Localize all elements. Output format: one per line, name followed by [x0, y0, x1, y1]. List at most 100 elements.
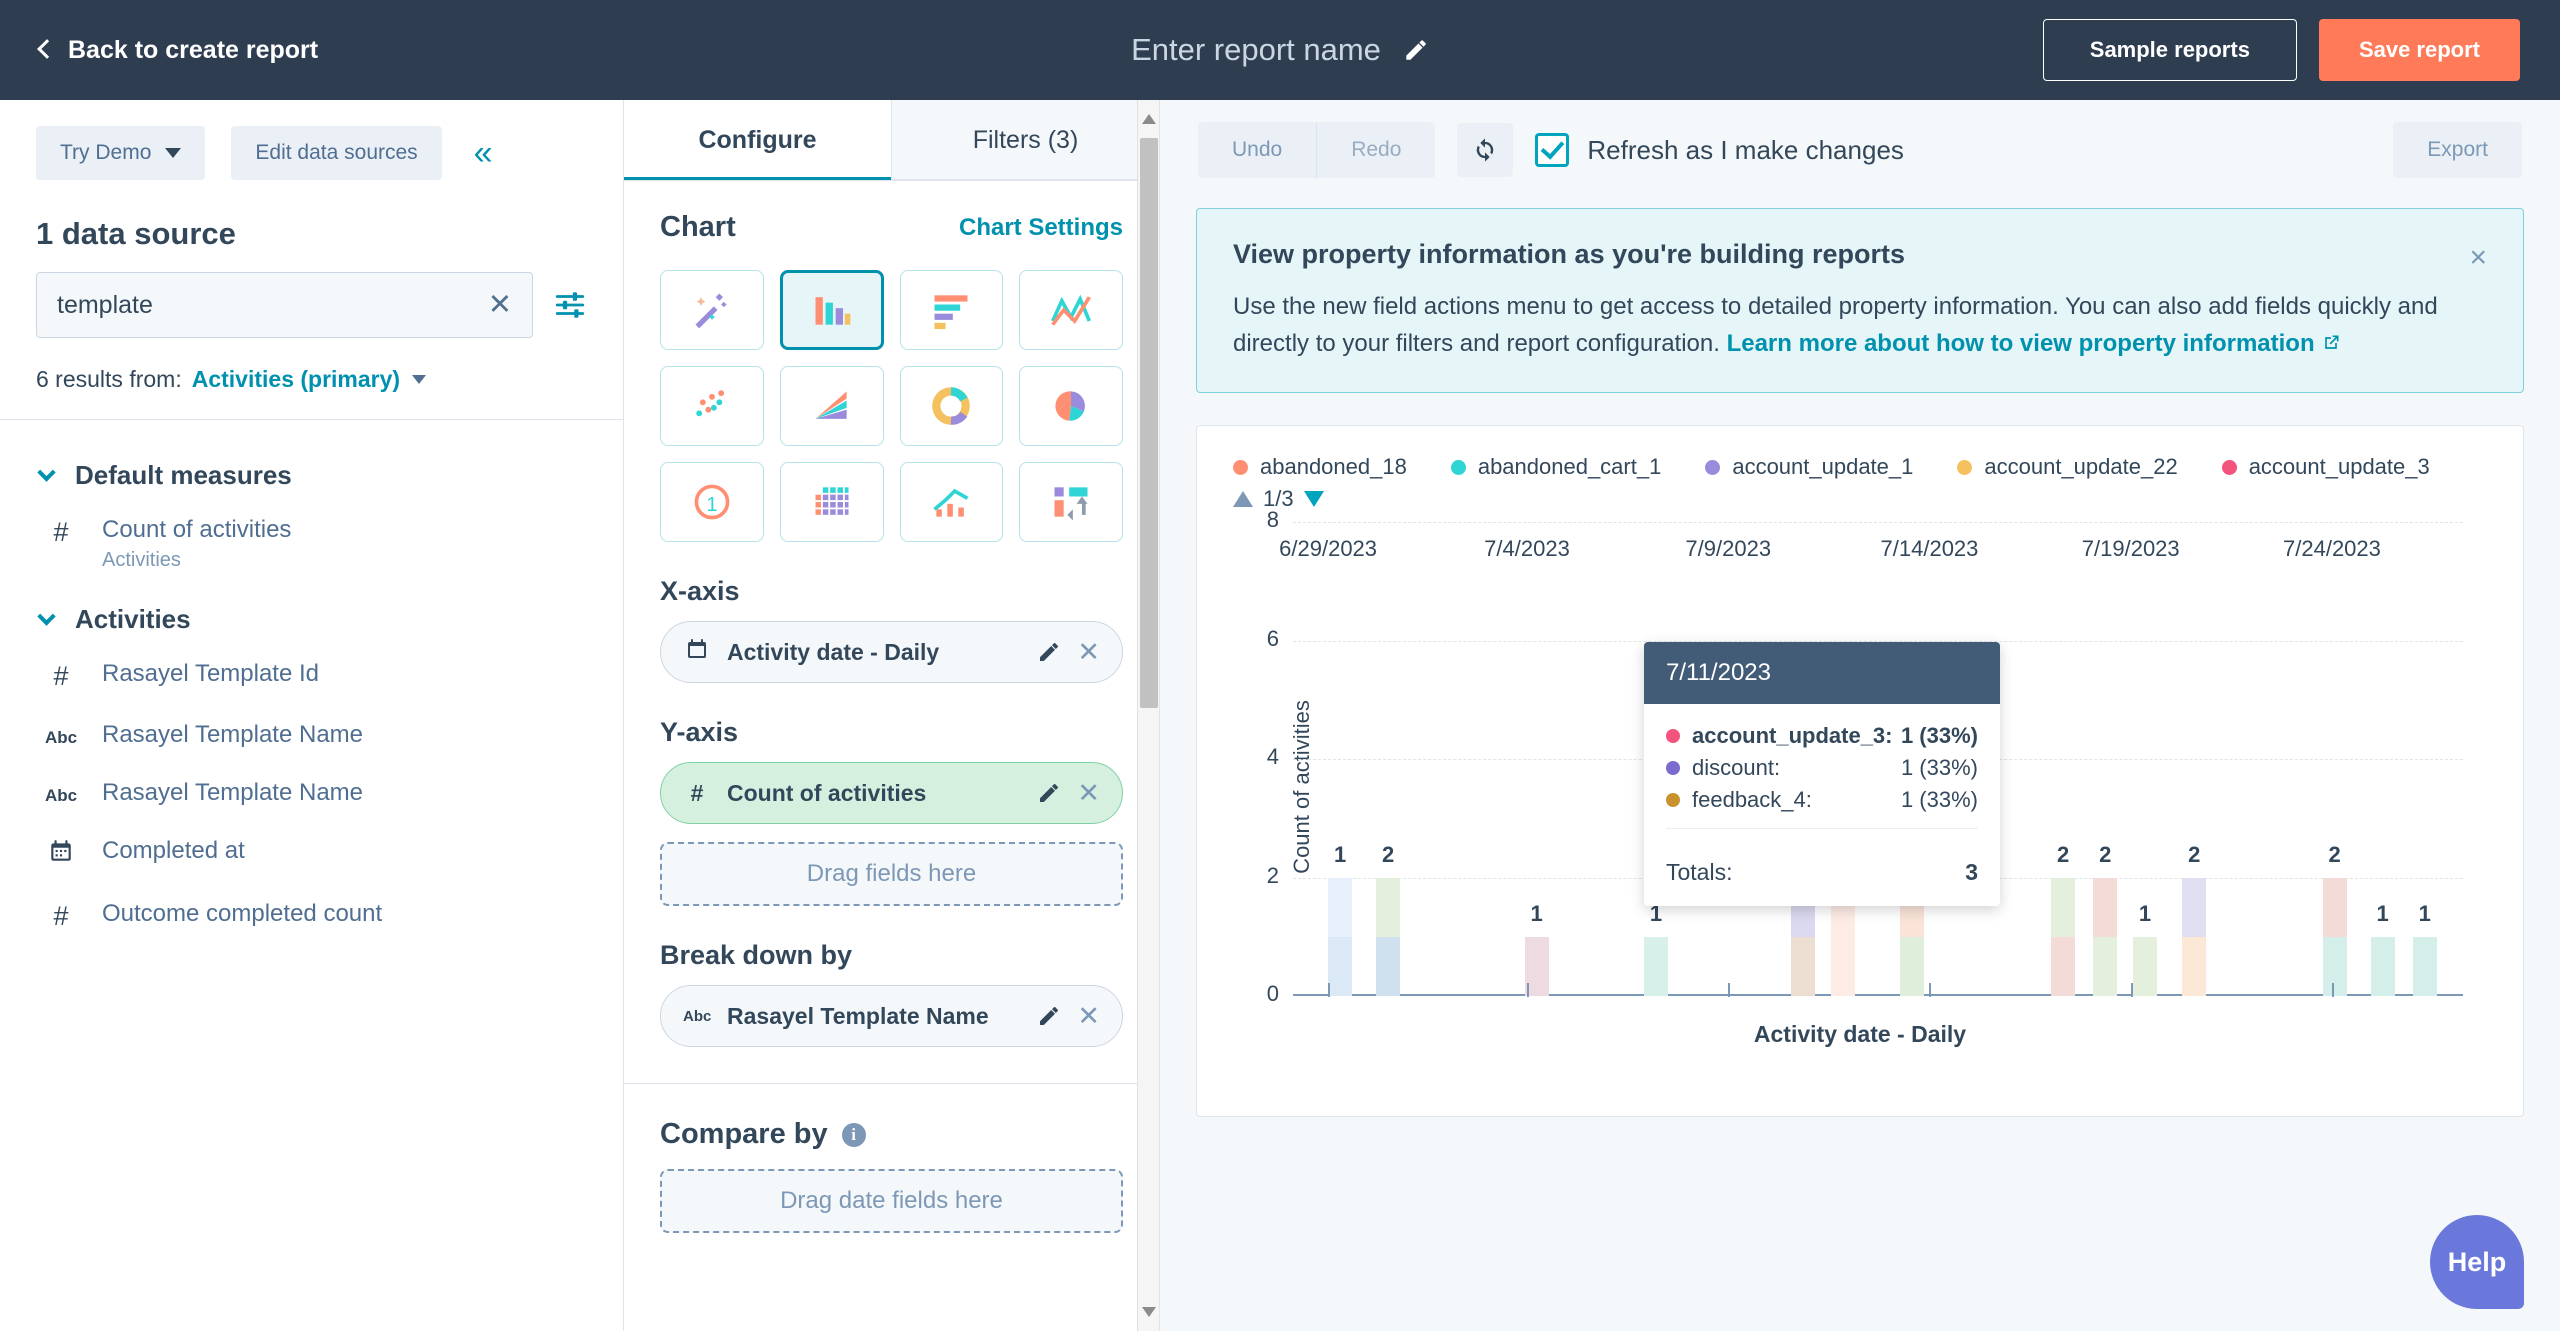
combo-chart-icon: [933, 488, 969, 517]
chart-bar-segment: [1644, 937, 1668, 997]
compare-by-heading: Compare by: [660, 1118, 828, 1150]
y-axis-dropzone[interactable]: Drag fields here: [660, 842, 1123, 906]
x-axis-edit-icon[interactable]: [1037, 640, 1061, 664]
pencil-icon[interactable]: [1403, 37, 1429, 63]
y-axis-remove-icon[interactable]: ✕: [1077, 779, 1100, 807]
x-axis-remove-icon[interactable]: ✕: [1077, 638, 1100, 666]
chevron-down-icon[interactable]: [412, 375, 427, 384]
chart-type-funnel[interactable]: [1019, 462, 1123, 542]
clear-search-icon[interactable]: ✕: [488, 290, 512, 320]
configure-scrollbar[interactable]: [1137, 100, 1159, 1331]
legend-label: account_update_3: [2248, 454, 2430, 480]
chevron-down-icon: [165, 148, 182, 158]
legend-item[interactable]: account_update_3: [2221, 454, 2430, 480]
chart-type-single-value[interactable]: 1: [660, 462, 764, 542]
tooltip-totals-label: Totals:: [1666, 859, 1733, 886]
y-axis-edit-icon[interactable]: [1037, 781, 1061, 805]
chart-bar[interactable]: 2: [2182, 842, 2207, 997]
x-axis-field-pill[interactable]: Activity date - Daily ✕: [660, 621, 1123, 683]
x-axis-heading: X-axis: [660, 576, 740, 606]
legend-page-up-icon[interactable]: [1233, 491, 1253, 508]
breakdown-edit-icon[interactable]: [1037, 1004, 1061, 1028]
help-button[interactable]: Help: [2430, 1215, 2524, 1309]
chart-bar-label: 2: [2188, 841, 2201, 867]
search-input[interactable]: [57, 290, 488, 320]
chart-bar[interactable]: 2: [1376, 842, 1401, 997]
chart-bar-segment: [2051, 877, 2076, 938]
sample-reports-button[interactable]: Sample reports: [2042, 19, 2297, 81]
field-item-rasayel-template-name-2[interactable]: Abc Rasayel Template Name: [36, 764, 587, 822]
chart-type-area[interactable]: [779, 366, 884, 446]
legend-item[interactable]: account_update_1: [1705, 454, 1913, 480]
export-button[interactable]: Export: [2393, 122, 2522, 178]
text-icon: Abc: [44, 728, 78, 747]
chart-settings-link[interactable]: Chart Settings: [959, 214, 1123, 242]
scroll-up-icon[interactable]: [1142, 114, 1156, 124]
breakdown-remove-icon[interactable]: ✕: [1077, 1002, 1100, 1030]
edit-data-sources-button[interactable]: Edit data sources: [231, 126, 442, 180]
chart-type-pie[interactable]: [1019, 366, 1123, 446]
banner-learn-more-link[interactable]: Learn more about how to view property in…: [1727, 330, 2315, 357]
results-source-dropdown[interactable]: Activities (primary): [192, 366, 400, 393]
tab-filters[interactable]: Filters (3): [891, 100, 1159, 180]
field-group-activities[interactable]: Activities: [36, 604, 587, 635]
single-value-icon: 1: [694, 484, 730, 520]
legend-item[interactable]: account_update_22: [1957, 454, 2178, 480]
report-name-input[interactable]: Enter report name: [1131, 32, 1381, 68]
legend-dot: [1705, 459, 1721, 475]
tab-configure[interactable]: Configure: [624, 100, 891, 180]
chart-type-donut[interactable]: [899, 366, 1004, 446]
save-report-button[interactable]: Save report: [2318, 19, 2520, 81]
top-bar-actions: Sample reports Save report: [2042, 19, 2520, 81]
chart-type-vertical-bar[interactable]: [779, 270, 884, 350]
refresh-button[interactable]: [1457, 123, 1514, 177]
chart-type-scatter[interactable]: [660, 366, 764, 446]
scrollbar-thumb[interactable]: [1140, 138, 1158, 708]
back-to-create-report-link[interactable]: Back to create report: [37, 36, 318, 65]
chart-type-line[interactable]: [1019, 270, 1123, 350]
info-icon[interactable]: i: [841, 1122, 866, 1147]
collapse-sidebar-icon[interactable]: «: [474, 136, 493, 170]
y-axis-field-pill[interactable]: # Count of activities ✕: [660, 762, 1123, 824]
donut-chart-icon: [932, 387, 971, 425]
tooltip-row: feedback_4: 1 (33%): [1666, 784, 1978, 816]
chart-type-magic-wand[interactable]: [660, 270, 764, 350]
x-axis-title: Activity date - Daily: [1753, 1021, 1967, 1048]
refresh-as-i-make-changes-checkbox[interactable]: Refresh as I make changes: [1535, 133, 1904, 167]
field-item-rasayel-template-id[interactable]: # Rasayel Template Id: [36, 645, 587, 706]
chart-bar[interactable]: 1: [1644, 901, 1668, 997]
breakdown-field-pill[interactable]: Abc Rasayel Template Name ✕: [660, 985, 1123, 1047]
number-icon: #: [53, 517, 69, 547]
chart-type-table[interactable]: [779, 462, 884, 542]
redo-button[interactable]: Redo: [1317, 122, 1436, 178]
banner-title: View property information as you're buil…: [1233, 239, 1906, 269]
scroll-down-icon[interactable]: [1142, 1307, 1156, 1317]
field-item-rasayel-template-name-1[interactable]: Abc Rasayel Template Name: [36, 706, 587, 764]
field-group-default-measures[interactable]: Default measures: [36, 460, 587, 491]
legend-page-down-icon[interactable]: [1303, 491, 1324, 508]
chart-type-horizontal-bar[interactable]: [899, 270, 1004, 350]
banner-close-icon[interactable]: ×: [2469, 243, 2487, 273]
search-field-wrapper[interactable]: ✕: [36, 272, 533, 338]
chart-section-heading: Chart: [660, 211, 736, 243]
report-name-group[interactable]: Enter report name: [1131, 32, 1429, 68]
undo-button[interactable]: Undo: [1198, 122, 1318, 178]
compare-by-dropzone[interactable]: Drag date fields here: [660, 1169, 1123, 1233]
chart-bar[interactable]: 1: [2412, 901, 2437, 997]
checkbox-checked-icon[interactable]: [1535, 133, 1570, 167]
field-item-count-of-activities[interactable]: # Count of activities Activities: [36, 501, 587, 586]
legend-pager: 1/3: [1197, 480, 2523, 512]
legend-item[interactable]: abandoned_18: [1233, 454, 1407, 480]
y-axis-heading: Y-axis: [660, 717, 739, 747]
field-item-outcome-completed-count[interactable]: # Outcome completed count: [36, 885, 587, 946]
text-icon: Abc: [44, 786, 78, 805]
legend-item[interactable]: abandoned_cart_1: [1450, 454, 1661, 480]
external-link-icon[interactable]: [2321, 333, 2341, 353]
tooltip-series-name: account_update_3:: [1692, 723, 1893, 749]
field-item-completed-at[interactable]: Completed at: [36, 822, 587, 885]
chart-type-combo[interactable]: [899, 462, 1004, 542]
filter-settings-icon[interactable]: [553, 288, 587, 322]
try-demo-button[interactable]: Try Demo: [36, 126, 206, 180]
chart-bar[interactable]: 2: [2051, 842, 2076, 997]
breakdown-heading: Break down by: [660, 940, 853, 970]
